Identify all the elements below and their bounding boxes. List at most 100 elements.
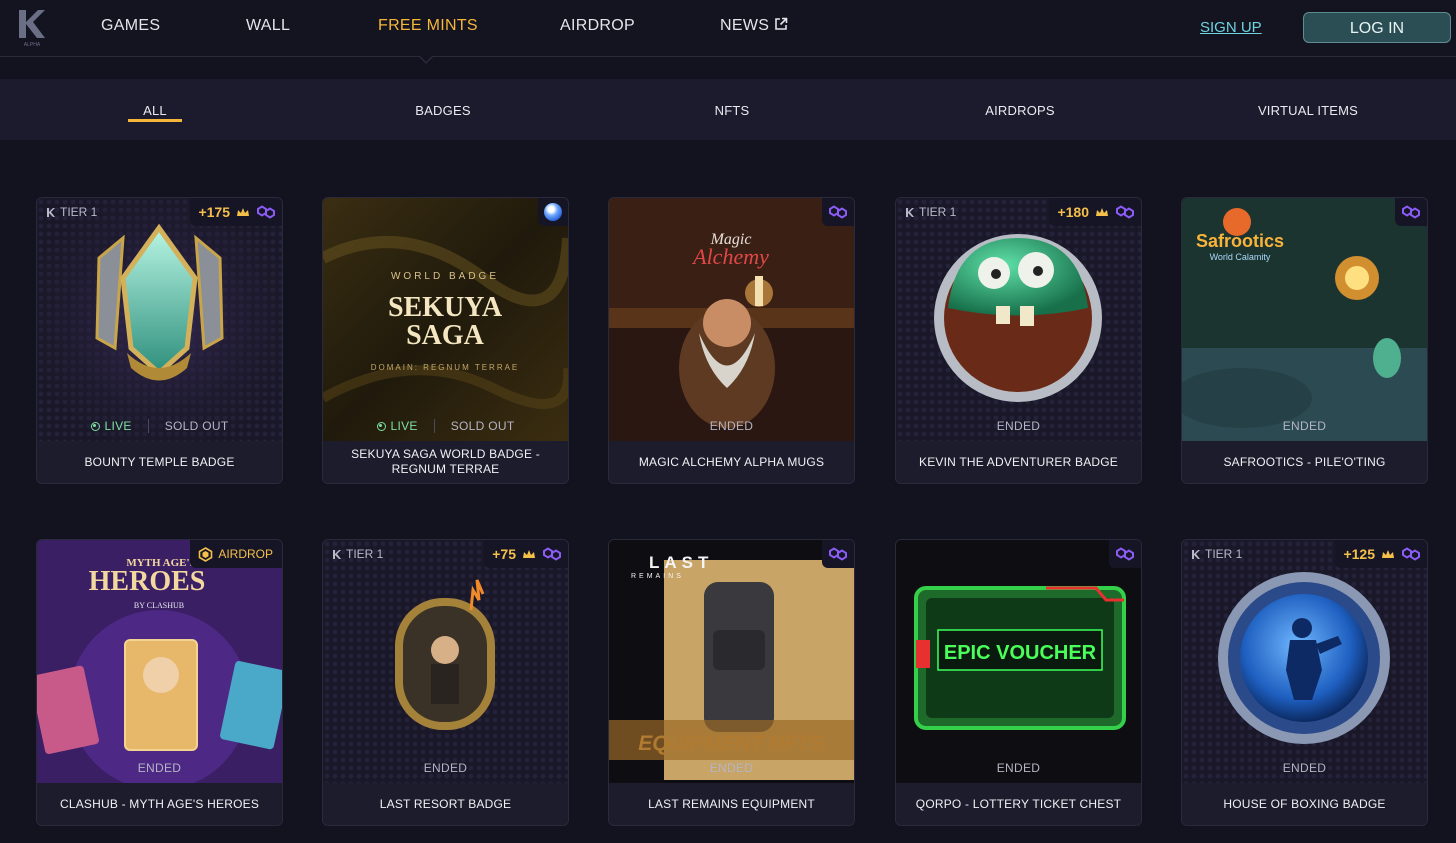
tier-label: TIER 1 [60,205,98,219]
log-in-button[interactable]: LOG IN [1303,12,1451,43]
crown-icon [1382,549,1394,558]
card-title: SEKUYA SAGA WORLD BADGE - REGNUM TERRAE [323,441,568,483]
epic-voucher-text: EPIC VOUCHER [944,642,1097,664]
tab-airdrops[interactable]: AIRDROPS [985,103,1055,118]
mint-card-last-remains[interactable]: LAST REMAINS EQUIPMENT NFTS ENDED LAST R… [608,539,855,826]
mint-card-clashub[interactable]: MYTH AGE'S HEROES BY CLASHUB AIRDROP END… [36,539,283,826]
last-title: LAST [649,553,713,572]
mint-status: LIVE SOLD OUT [37,417,282,435]
mint-card-bounty-temple[interactable]: TIER 1 +175 LIVE SOLD OUT BOUNTY TEMPLE … [36,197,283,484]
tab-badges[interactable]: BADGES [415,103,470,118]
airdrop-icon [199,546,213,562]
card-artwork: WORLD BADGE SEKUYA SAGA DOMAIN: REGNUM T… [323,198,568,441]
nav-free-mints[interactable]: FREE MINTS [378,17,478,35]
nav-games[interactable]: GAMES [101,17,160,35]
mint-status: ENDED [896,417,1141,435]
ended-label: ENDED [709,761,754,775]
tab-all[interactable]: ALL [143,103,167,118]
alpha-logo[interactable]: ALPHA [16,8,48,48]
world-badge-text: WORLD BADGE [391,271,499,282]
points-box: +175 [190,198,282,226]
crown-icon [237,207,249,216]
points-box: +125 [1335,540,1427,568]
nav-wall[interactable]: WALL [246,17,290,35]
card-artwork: Magic Alchemy [609,198,854,441]
polygon-icon [829,205,847,219]
mint-status: ENDED [609,759,854,777]
polygon-icon [829,547,847,561]
card-artwork [323,540,568,783]
tab-nfts[interactable]: NFTS [715,103,750,118]
card-artwork: Safrootics World Calamity [1182,198,1427,441]
tier-logo-icon [333,549,341,559]
tier-logo-icon [47,207,55,217]
mint-card-sekuya-saga[interactable]: WORLD BADGE SEKUYA SAGA DOMAIN: REGNUM T… [322,197,569,484]
alchemy-title: Alchemy [691,244,769,269]
mint-card-last-resort[interactable]: TIER 1 +75 ENDED LAST RESORT BADGE [322,539,569,826]
status-divider [433,419,435,433]
equipment-nfts-text: EQUIPMENT NFTS [638,732,824,755]
card-artwork [896,198,1141,441]
nav-news[interactable]: NEWS [720,17,788,35]
card-title: KEVIN THE ADVENTURER BADGE [896,441,1141,483]
chain-box [1395,198,1427,226]
tab-virtual-items[interactable]: VIRTUAL ITEMS [1258,103,1358,118]
mint-card-magic-alchemy[interactable]: Magic Alchemy ENDED MAGIC ALCHEMY ALPHA … [608,197,855,484]
points-value: +75 [492,546,516,562]
saga-title: SAGA [406,320,485,351]
external-link-icon [775,17,788,30]
mint-card-safrootics[interactable]: Safrootics World Calamity ENDED SAFROOTI… [1181,197,1428,484]
tier-label: TIER 1 [919,205,957,219]
tier-logo-icon [1192,549,1200,559]
live-status: LIVE [376,419,418,433]
mint-status: ENDED [1182,759,1427,777]
chain-box [822,540,854,568]
remains-title: REMAINS [631,573,684,580]
mint-status: LIVE SOLD OUT [323,417,568,435]
ended-label: ENDED [137,761,182,775]
mint-status: ENDED [609,417,854,435]
polygon-icon [1402,547,1420,561]
live-status: LIVE [90,419,132,433]
active-nav-caret [418,55,434,64]
polygon-icon [1116,205,1134,219]
live-label: LIVE [390,419,418,433]
mint-card-kevin[interactable]: TIER 1 +180 ENDED KEVIN THE ADVENTURER B… [895,197,1142,484]
safrootics-title: Safrootics [1196,231,1284,251]
card-title: LAST RESORT BADGE [323,783,568,825]
tier-badge: TIER 1 [332,547,383,561]
card-title: BOUNTY TEMPLE BADGE [37,441,282,483]
polygon-icon [543,547,561,561]
tier-label: TIER 1 [1205,547,1243,561]
sold-out-label: SOLD OUT [450,419,515,433]
active-tab-underline [128,119,182,122]
polygon-icon [257,205,275,219]
polygon-icon [1116,547,1134,561]
ended-label: ENDED [709,419,754,433]
nav-news-label: NEWS [720,17,770,34]
status-divider [147,419,149,433]
mint-card-house-of-boxing[interactable]: TIER 1 +125 ENDED HOUSE OF BOXING BADGE [1181,539,1428,826]
mint-status: ENDED [1182,417,1427,435]
card-title: CLASHUB - MYTH AGE'S HEROES [37,783,282,825]
ended-label: ENDED [996,419,1041,433]
tier-logo-icon [906,207,914,217]
live-dot-icon [90,421,100,431]
nav-airdrop[interactable]: AIRDROP [560,17,635,35]
sekuya-title: SEKUYA [388,292,503,323]
sign-up-link[interactable]: SIGN UP [1200,19,1262,36]
chain-box [1109,540,1141,568]
tier-label: TIER 1 [346,547,384,561]
points-value: +175 [198,204,230,220]
live-dot-icon [376,421,386,431]
card-artwork: MYTH AGE'S HEROES BY CLASHUB [37,540,282,783]
logo-text: ALPHA [24,42,41,48]
mint-card-qorpo[interactable]: EPIC VOUCHER ENDED QORPO - LOTTERY TICKE… [895,539,1142,826]
tier-badge: TIER 1 [1191,547,1242,561]
ended-label: ENDED [1282,761,1327,775]
chain-box [538,198,568,226]
tier-badge: TIER 1 [46,205,97,219]
mint-status: ENDED [896,759,1141,777]
points-value: +180 [1057,204,1089,220]
mint-status: ENDED [323,759,568,777]
